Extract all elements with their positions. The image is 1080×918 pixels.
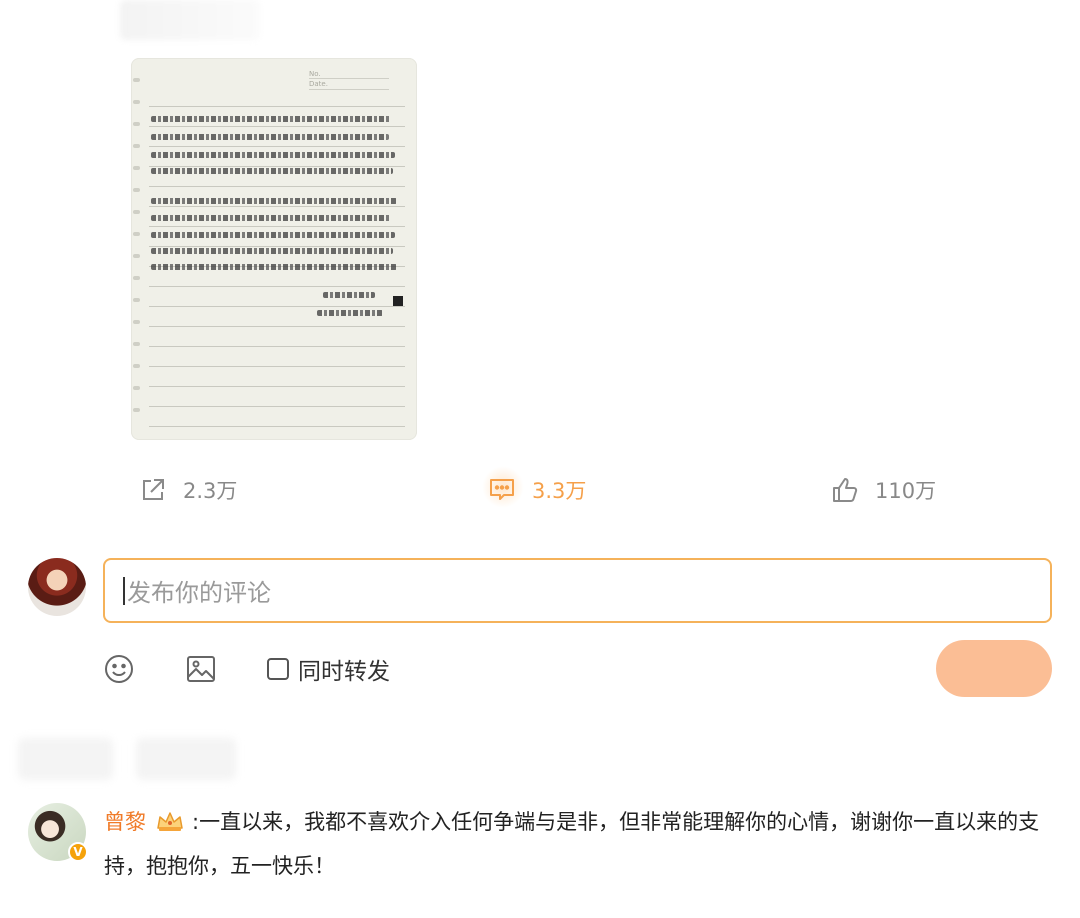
ring-mark bbox=[133, 188, 140, 192]
ring-mark bbox=[133, 100, 140, 104]
ring-mark bbox=[133, 342, 140, 346]
note-line bbox=[149, 306, 405, 307]
blurred-tab bbox=[136, 738, 236, 780]
note-line bbox=[149, 326, 405, 327]
handwriting-line bbox=[151, 134, 389, 140]
handwriting-signature bbox=[323, 292, 375, 298]
verified-badge: V bbox=[68, 842, 88, 862]
ring-mark bbox=[133, 232, 140, 236]
share-action[interactable]: 2.3万 bbox=[137, 470, 237, 510]
share-icon bbox=[137, 474, 169, 506]
image-icon[interactable] bbox=[185, 653, 217, 685]
ring-mark bbox=[133, 210, 140, 214]
comment-count: 3.3万 bbox=[532, 479, 587, 503]
ring-mark bbox=[133, 408, 140, 412]
handwriting-date bbox=[317, 310, 383, 316]
composer-toolbar: 同时转发 bbox=[103, 648, 390, 690]
blurred-tab bbox=[18, 738, 113, 780]
comment-input[interactable]: 发布你的评论 bbox=[103, 558, 1052, 623]
send-button[interactable] bbox=[936, 640, 1052, 697]
reply-comment: 曾黎:一直以来，我都不喜欢介入任何争端与是非，但非常能理解你的心情，谢谢你一直以… bbox=[104, 802, 1064, 886]
blurred-header bbox=[120, 0, 260, 40]
comment-input-placeholder: 发布你的评论 bbox=[127, 579, 271, 607]
note-line bbox=[149, 346, 405, 347]
note-header-line bbox=[309, 89, 389, 90]
note-line bbox=[149, 406, 405, 407]
like-action[interactable]: 110万 bbox=[829, 470, 936, 510]
ring-mark bbox=[133, 386, 140, 390]
ring-mark bbox=[133, 78, 140, 82]
note-line bbox=[149, 166, 405, 167]
repost-checkbox[interactable] bbox=[267, 658, 289, 680]
ring-mark bbox=[133, 364, 140, 368]
note-line bbox=[149, 206, 405, 207]
reply-author[interactable]: 曾黎 bbox=[104, 810, 146, 834]
share-count: 2.3万 bbox=[183, 479, 238, 503]
note-image[interactable]: No. Date. bbox=[131, 58, 417, 440]
ring-mark bbox=[133, 298, 140, 302]
ring-mark bbox=[133, 122, 140, 126]
note-header-line bbox=[309, 78, 389, 79]
repost-toggle[interactable]: 同时转发 bbox=[267, 652, 390, 686]
note-line bbox=[149, 366, 405, 367]
note-line bbox=[149, 226, 405, 227]
ring-mark bbox=[133, 144, 140, 148]
smiley-icon[interactable] bbox=[103, 653, 135, 685]
handwriting-line bbox=[151, 116, 391, 122]
note-line bbox=[149, 186, 405, 187]
crown-badge-icon bbox=[154, 806, 186, 846]
handwriting-line bbox=[151, 215, 391, 221]
like-count: 110万 bbox=[875, 479, 937, 503]
thumbs-up-icon bbox=[829, 474, 861, 506]
my-avatar[interactable] bbox=[28, 558, 86, 616]
note-header-date: Date. bbox=[309, 80, 328, 88]
note-line bbox=[149, 426, 405, 427]
comment-action[interactable]: 3.3万 bbox=[486, 470, 586, 510]
note-line bbox=[149, 126, 405, 127]
ring-mark bbox=[133, 276, 140, 280]
note-line bbox=[149, 146, 405, 147]
text-caret bbox=[123, 576, 125, 605]
note-square-mark bbox=[393, 296, 403, 306]
reply-body: :一直以来，我都不喜欢介入任何争端与是非，但非常能理解你的心情，谢谢你一直以来的… bbox=[104, 810, 1040, 878]
handwriting-line bbox=[151, 232, 395, 238]
repost-label: 同时转发 bbox=[298, 659, 390, 685]
weibo-post-view: No. Date. 2.3万 3.3万 110万 发布你的评论 同时转发 V 曾… bbox=[0, 0, 1080, 918]
handwriting-line bbox=[151, 248, 393, 254]
handwriting-line bbox=[151, 198, 397, 204]
note-line bbox=[149, 246, 405, 247]
comment-icon bbox=[486, 474, 518, 506]
note-header-no: No. bbox=[309, 70, 321, 78]
handwriting-line bbox=[151, 152, 395, 158]
handwriting-line bbox=[151, 168, 393, 174]
ring-mark bbox=[133, 254, 140, 258]
ring-mark bbox=[133, 166, 140, 170]
note-line bbox=[149, 106, 405, 107]
note-line bbox=[149, 386, 405, 387]
handwriting-line bbox=[151, 264, 397, 270]
ring-mark bbox=[133, 320, 140, 324]
note-line bbox=[149, 286, 405, 287]
